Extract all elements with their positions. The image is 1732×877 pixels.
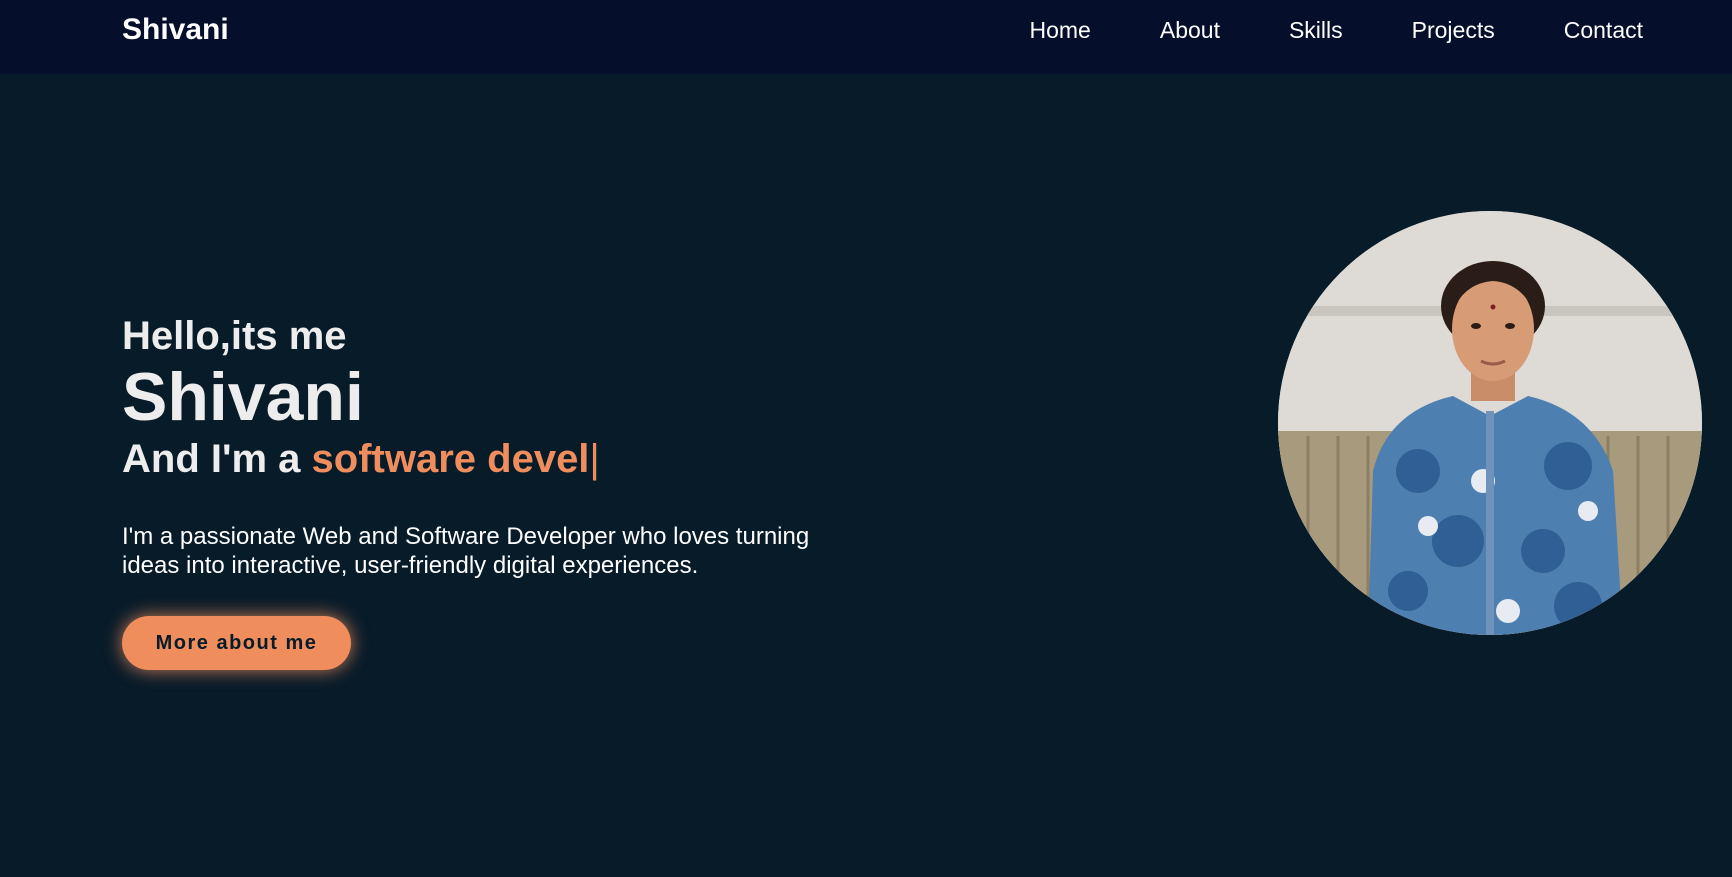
hero-content: Hello,its me Shivani And I'm a software … (122, 310, 882, 670)
logo[interactable]: Shivani (122, 13, 229, 47)
nav-menu: Home About Skills Projects Contact (1030, 0, 1644, 60)
more-about-me-button[interactable]: More about me (122, 616, 351, 670)
nav-about-link[interactable]: About (1160, 17, 1220, 44)
profile-photo (1278, 211, 1702, 635)
hero-greeting: Hello,its me (122, 314, 347, 358)
nav-skills-link[interactable]: Skills (1289, 17, 1343, 44)
profile-photo-image (1278, 211, 1702, 635)
hero-name: Shivani (122, 359, 364, 435)
role-typed-text: software devel (311, 437, 590, 481)
nav-home-link[interactable]: Home (1030, 17, 1091, 44)
navbar: Shivani Home About Skills Projects Conta… (0, 0, 1732, 74)
nav-contact-link[interactable]: Contact (1564, 17, 1643, 44)
typing-cursor: | (589, 437, 600, 481)
hero-role: And I'm a software devel| (122, 432, 882, 486)
hero-description: I'm a passionate Web and Software Develo… (122, 523, 810, 579)
role-prefix: And I'm a (122, 437, 312, 481)
nav-projects-link[interactable]: Projects (1412, 17, 1495, 44)
